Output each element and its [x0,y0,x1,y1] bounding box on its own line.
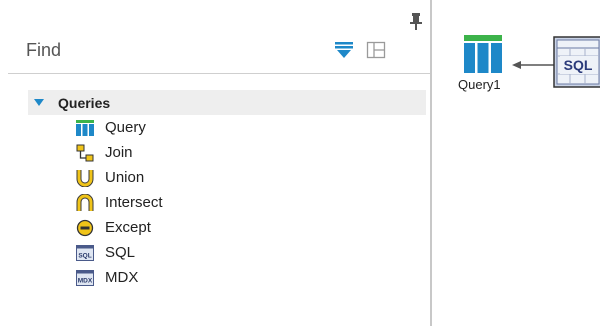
tree-item-label: Intersect [105,194,163,211]
svg-text:MDX: MDX [78,277,93,284]
query-node-icon[interactable] [464,35,502,73]
connector-arrow [512,61,554,69]
tree-item-label: SQL [105,244,136,261]
query-node-label: Query1 [458,77,501,92]
tree-item-label: Except [105,219,151,236]
tree-item-label: MDX [105,269,139,286]
tree-item-query[interactable]: Query [28,115,426,140]
find-separator [8,73,431,74]
svg-text:SQL: SQL [78,252,91,259]
join-icon [76,144,94,162]
tree-item-mdx[interactable]: MDX MDX [28,265,426,290]
tree-item-label: Union [105,169,145,186]
tree-root-queries[interactable]: Queries [28,90,426,115]
tree-item-intersect[interactable]: Intersect [28,190,426,215]
except-icon [76,219,94,237]
tree-root-label: Queries [58,94,111,111]
tree-item-join[interactable]: Join [28,140,426,165]
intersect-icon [76,193,94,212]
tree-item-label: Query [105,119,146,136]
query-icon [76,119,94,137]
union-icon [76,169,94,187]
filter-collapse-icon[interactable] [333,40,355,60]
tree-item-except[interactable]: Except [28,215,426,240]
mdx-icon: MDX [76,269,94,287]
sql-node-text: SQL [564,57,593,73]
tree-item-label: Join [105,144,133,161]
queries-tree: Queries Query Join Union Intersect Excep… [28,90,426,290]
find-label: Find [26,40,62,60]
find-toolbar [333,40,387,60]
expand-triangle-icon[interactable] [34,99,44,106]
pin-icon[interactable] [409,12,423,30]
sql-node-icon[interactable]: SQL [553,36,600,88]
left-panel: Find Queries Query Join Union Intersect … [0,0,431,326]
sql-icon: SQL [76,244,94,262]
layout-grid-icon[interactable] [365,40,387,60]
tree-item-sql[interactable]: SQL SQL [28,240,426,265]
tree-item-union[interactable]: Union [28,165,426,190]
